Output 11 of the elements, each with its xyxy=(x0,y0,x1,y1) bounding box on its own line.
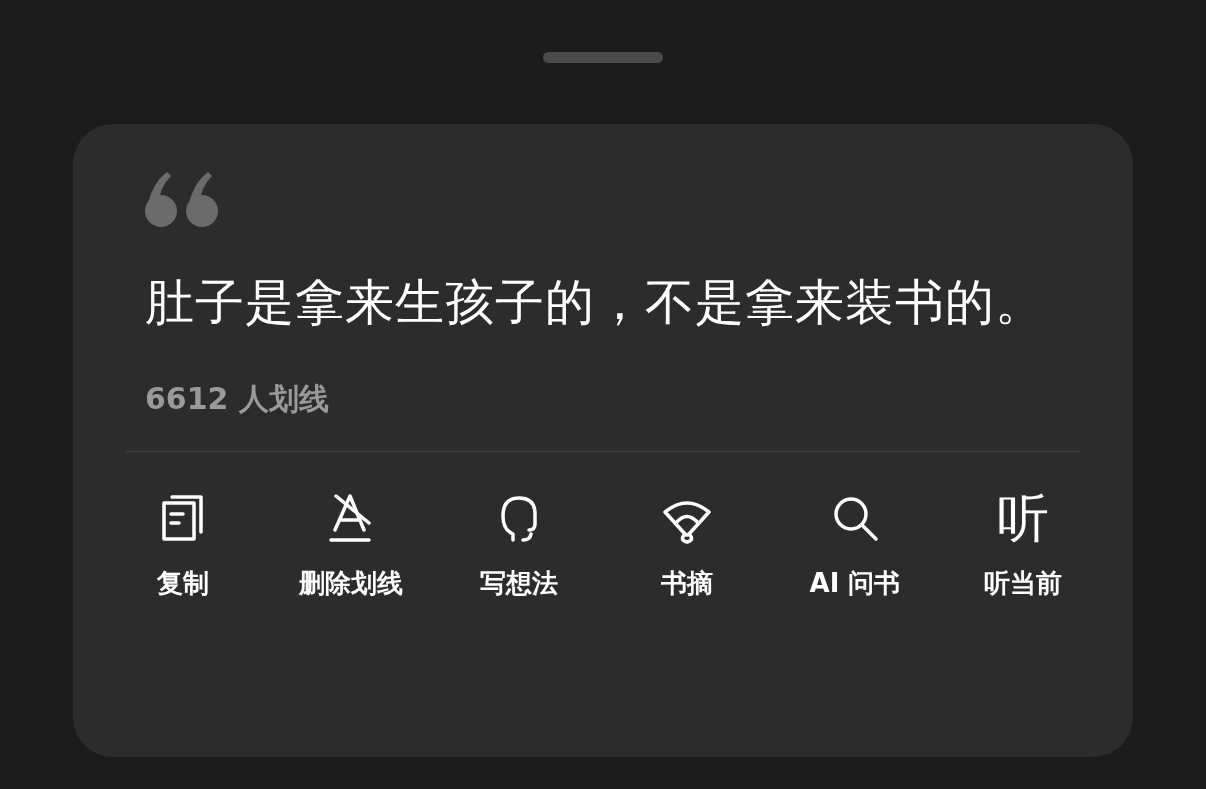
action-button[interactable]: 听 听当前 xyxy=(943,490,1103,603)
drag-handle[interactable] xyxy=(543,52,663,63)
action-button[interactable]: 书摘 xyxy=(607,490,767,603)
action-button[interactable]: AI 问书 xyxy=(775,490,935,603)
action-button[interactable]: 写想法 xyxy=(439,490,599,603)
highlight-count: 6612 人划线 xyxy=(145,380,330,418)
listen-icon: 听 xyxy=(997,490,1049,546)
quote-icon xyxy=(145,172,219,228)
quote-text: 肚子是拿来生孩子的，不是拿来装书的。 xyxy=(145,273,1046,333)
action-button[interactable]: 复制 xyxy=(103,490,263,603)
action-button[interactable]: 删除划线 xyxy=(271,490,431,603)
